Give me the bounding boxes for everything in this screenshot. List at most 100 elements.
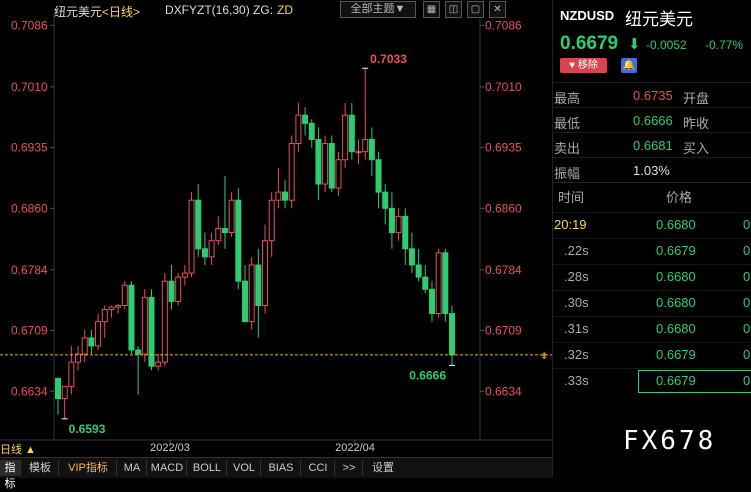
tick-row[interactable]: .33s 0.6679 0 (553, 368, 751, 393)
candle-body (135, 349, 142, 355)
candle-body (221, 228, 228, 234)
candle-body (442, 252, 449, 315)
tick-price: 0.6679 (656, 243, 696, 258)
last-price: 0.6679 (560, 33, 619, 54)
y-tick-label: 0.6935 (11, 141, 48, 155)
candle-body (95, 321, 102, 347)
tab-indicator[interactable]: 指标 (0, 460, 21, 490)
fullscreen-icon[interactable]: ▢ (467, 1, 484, 18)
y-tick-label: 0.6709 (11, 324, 48, 338)
tab-vol[interactable]: VOL (228, 460, 261, 476)
chart-header: 纽元美元<日线> DXFYZT(16,30) ZG: ZD 全部主题▼ ▦ ◫ ▢… (0, 0, 552, 20)
price-marker-icon: ⇟ (540, 351, 548, 362)
stat-value: 0.6681 (633, 138, 673, 153)
indicator-value: ZD (277, 3, 294, 17)
tab-bias[interactable]: BIAS (262, 460, 301, 476)
close-icon[interactable]: ✕ (489, 1, 506, 18)
y-tick-label-right: 0.6935 (485, 141, 522, 155)
down-arrow-icon: ⬇ (628, 36, 641, 53)
tick-row[interactable]: .30s 0.6680 0 (553, 290, 751, 315)
candle-body (449, 313, 455, 356)
y-tick-label-right: 0.7086 (485, 18, 522, 32)
candle-body (328, 143, 335, 189)
tick-row[interactable]: .31s 0.6680 0 (553, 316, 751, 341)
candle-body (395, 215, 402, 234)
tab-vip-indicator[interactable]: VIP指标 (60, 460, 117, 476)
candle-body (402, 215, 409, 250)
stat-key: 振幅 (554, 166, 581, 181)
stat-value: 1.03% (633, 163, 670, 178)
header-time: 时间 (558, 190, 585, 205)
candle-body (368, 138, 375, 161)
quote-name: 纽元美元 (625, 10, 693, 29)
kline-chart[interactable]: 0.7086 0.7086 0.7010 0.7010 0.6935 0.6935 0.68… (0, 0, 552, 490)
alert-bell-icon[interactable]: 🔔 (621, 58, 637, 73)
candle-body (295, 114, 302, 145)
tab-boll[interactable]: BOLL (188, 460, 227, 476)
candle-body (115, 304, 122, 308)
y-tick-label-right: 0.6709 (485, 324, 522, 338)
stat-key: 最高 (554, 91, 581, 106)
candle-body (435, 252, 442, 315)
tick-volume: 0 (743, 243, 751, 258)
grid-icon[interactable]: ▦ (423, 1, 440, 18)
candle-body (302, 114, 309, 124)
tick-time: .22s (564, 243, 589, 258)
tick-row[interactable]: .28s 0.6680 0 (553, 264, 751, 289)
theme-select-button[interactable]: 全部主题▼ (340, 1, 416, 18)
quote-panel: NZDUSD 纽元美元 0.6679 ⬇ -0.0052 -0.77% ♥ 移除… (552, 0, 751, 477)
candle-body (215, 228, 222, 242)
candle-body (61, 385, 68, 400)
tab-ma[interactable]: MA (118, 460, 147, 476)
candle-body (355, 151, 362, 154)
stat-key: 卖出 (554, 141, 581, 156)
candle-body (168, 280, 175, 302)
heart-icon: ♥ (569, 60, 576, 71)
y-tick-label-right: 0.6860 (485, 201, 522, 215)
indicator-label: DXFYZT(16,30) ZG: ZD (165, 3, 293, 17)
candle-body (275, 191, 282, 201)
chart-symbol-name: 纽元美元 (54, 5, 103, 19)
tab-macd[interactable]: MACD (148, 460, 187, 476)
candle-body (415, 264, 422, 278)
candle-body (422, 276, 429, 290)
tab-cci[interactable]: CCI (302, 460, 335, 476)
candle-body (148, 296, 155, 367)
chart-title: 纽元美元<日线> (54, 3, 140, 20)
tick-volume: 0 (743, 217, 751, 232)
indicator-toolbar: 日线 ▲ 指标 模板 VIP指标 MA MACD BOLL VOL BIAS C… (0, 444, 552, 490)
candle-body (262, 240, 269, 306)
stat-value: 0.6735 (633, 88, 673, 103)
stat-row: 振幅 1.03% (553, 157, 751, 183)
candle-body (408, 248, 415, 266)
split-icon[interactable]: ◫ (445, 1, 462, 18)
candle-body (342, 114, 349, 161)
candle-body (195, 199, 202, 250)
candle-body (255, 264, 262, 306)
y-tick-label-right: 0.6784 (485, 263, 522, 277)
remove-watchlist-button[interactable]: ♥ 移除 (560, 58, 607, 73)
indicator-suffix: ZG: (253, 3, 274, 17)
tick-price: 0.6680 (656, 295, 696, 310)
tick-row[interactable]: 20:19 0.6680 0 (553, 212, 751, 237)
period-toggle[interactable]: 日线 ▲ (0, 442, 44, 458)
tab-more[interactable]: >> (336, 460, 363, 476)
candle-body (388, 207, 395, 234)
chart-period[interactable]: <日线> (102, 5, 140, 19)
candle-body (68, 361, 75, 387)
tab-template[interactable]: 模板 (22, 460, 59, 476)
y-tick-label-right: 0.6634 (485, 384, 522, 398)
candle-body (315, 138, 322, 185)
candle-body (235, 199, 242, 282)
candlestick-chart[interactable]: 0.7086 0.7086 0.7010 0.7010 0.6935 0.6935 0.68… (0, 0, 552, 477)
candle-body (55, 377, 61, 400)
tick-price: 0.6680 (656, 269, 696, 284)
candle-body (241, 280, 248, 323)
tick-row[interactable]: .32s 0.6679 0 (553, 342, 751, 367)
stat-key-2: 昨收 (683, 116, 710, 131)
y-tick-label: 0.6634 (11, 384, 48, 398)
tick-row[interactable]: .22s 0.6679 0 (553, 238, 751, 263)
tick-table-header: 时间 价格 (553, 182, 751, 207)
candle-body (248, 264, 255, 323)
tab-settings[interactable]: 设置 (364, 460, 402, 476)
